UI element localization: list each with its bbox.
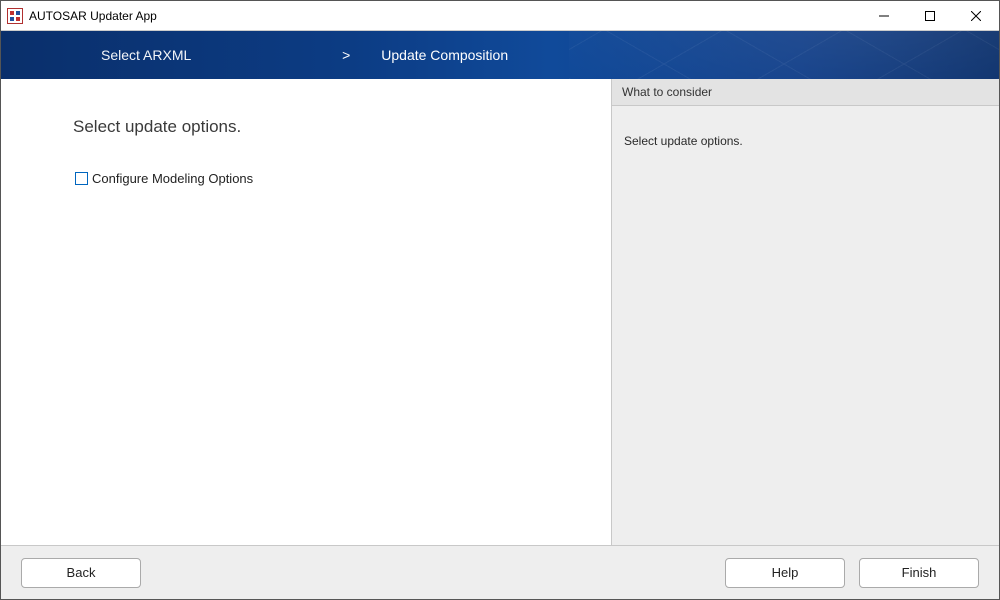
page-heading: Select update options. bbox=[73, 117, 571, 137]
window-controls bbox=[861, 1, 999, 30]
window-title: AUTOSAR Updater App bbox=[29, 9, 157, 23]
checkbox-icon bbox=[75, 172, 88, 185]
minimize-button[interactable] bbox=[861, 1, 907, 30]
help-pane: What to consider Select update options. bbox=[611, 79, 999, 545]
step-select-arxml[interactable]: Select ARXML bbox=[81, 47, 211, 63]
help-pane-heading: What to consider bbox=[612, 79, 999, 106]
wizard-steps-bar: Select ARXML > Update Composition bbox=[1, 31, 999, 79]
titlebar: AUTOSAR Updater App bbox=[1, 1, 999, 31]
main-pane: Select update options. Configure Modelin… bbox=[1, 79, 611, 545]
content-area: Select update options. Configure Modelin… bbox=[1, 79, 999, 545]
step-update-composition[interactable]: Update Composition bbox=[361, 47, 528, 63]
configure-modeling-options-checkbox[interactable]: Configure Modeling Options bbox=[75, 171, 571, 186]
maximize-button[interactable] bbox=[907, 1, 953, 30]
step-separator-icon: > bbox=[331, 47, 361, 63]
app-icon bbox=[7, 8, 23, 24]
back-button[interactable]: Back bbox=[21, 558, 141, 588]
finish-button[interactable]: Finish bbox=[859, 558, 979, 588]
checkbox-label: Configure Modeling Options bbox=[92, 171, 253, 186]
footer-bar: Back Help Finish bbox=[1, 545, 999, 599]
close-button[interactable] bbox=[953, 1, 999, 30]
help-pane-body: Select update options. bbox=[612, 106, 999, 545]
help-button[interactable]: Help bbox=[725, 558, 845, 588]
